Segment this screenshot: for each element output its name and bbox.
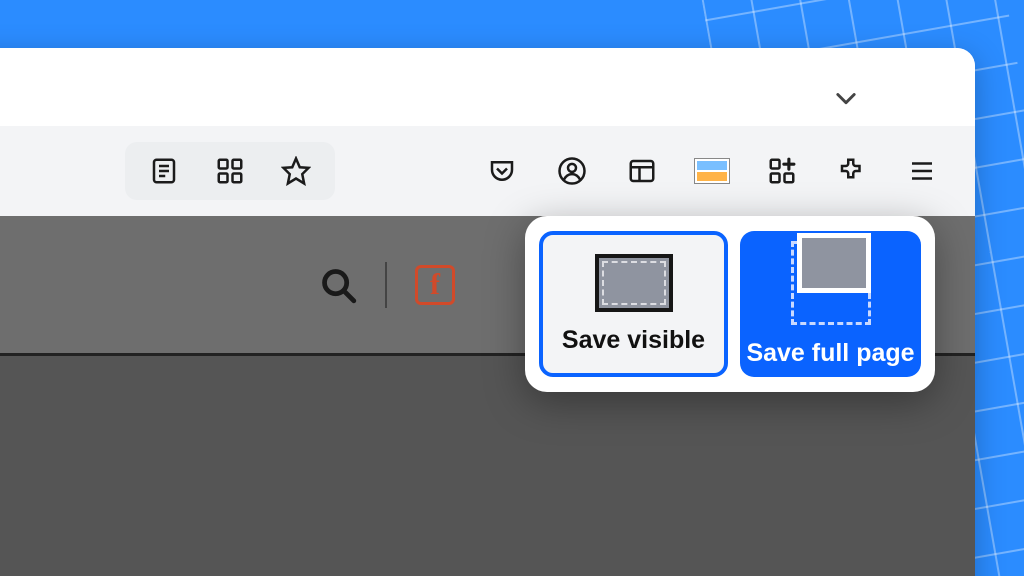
address-bar-actions <box>125 142 335 200</box>
extensions-icon[interactable] <box>831 150 873 192</box>
screenshot-popup: Save visible Save full page <box>525 216 935 392</box>
navigation-toolbar <box>0 126 975 216</box>
tabs-dropdown-icon[interactable] <box>832 84 860 112</box>
toolbar-right-icons <box>481 150 943 192</box>
bookmark-star-icon[interactable] <box>275 150 317 192</box>
save-full-label: Save full page <box>746 339 914 368</box>
apps-grid-icon[interactable] <box>209 150 251 192</box>
page-search-icon[interactable] <box>319 266 357 304</box>
vertical-separator <box>385 262 387 308</box>
save-visible-label: Save visible <box>562 326 705 355</box>
hamburger-menu-icon[interactable] <box>901 150 943 192</box>
save-full-thumb-icon <box>791 241 871 325</box>
browser-window: f Save visible Save full page <box>0 48 975 576</box>
facebook-letter: f <box>430 268 440 302</box>
save-visible-thumb-icon <box>595 254 673 312</box>
screenshot-tool-icon[interactable] <box>691 150 733 192</box>
facebook-link-icon[interactable]: f <box>415 265 455 305</box>
pocket-icon[interactable] <box>481 150 523 192</box>
reader-view-icon[interactable] <box>143 150 185 192</box>
save-full-page-option[interactable]: Save full page <box>740 231 921 377</box>
account-icon[interactable] <box>551 150 593 192</box>
add-to-grid-icon[interactable] <box>761 150 803 192</box>
tab-strip <box>0 48 975 126</box>
save-visible-option[interactable]: Save visible <box>539 231 728 377</box>
sidebar-panel-icon[interactable] <box>621 150 663 192</box>
